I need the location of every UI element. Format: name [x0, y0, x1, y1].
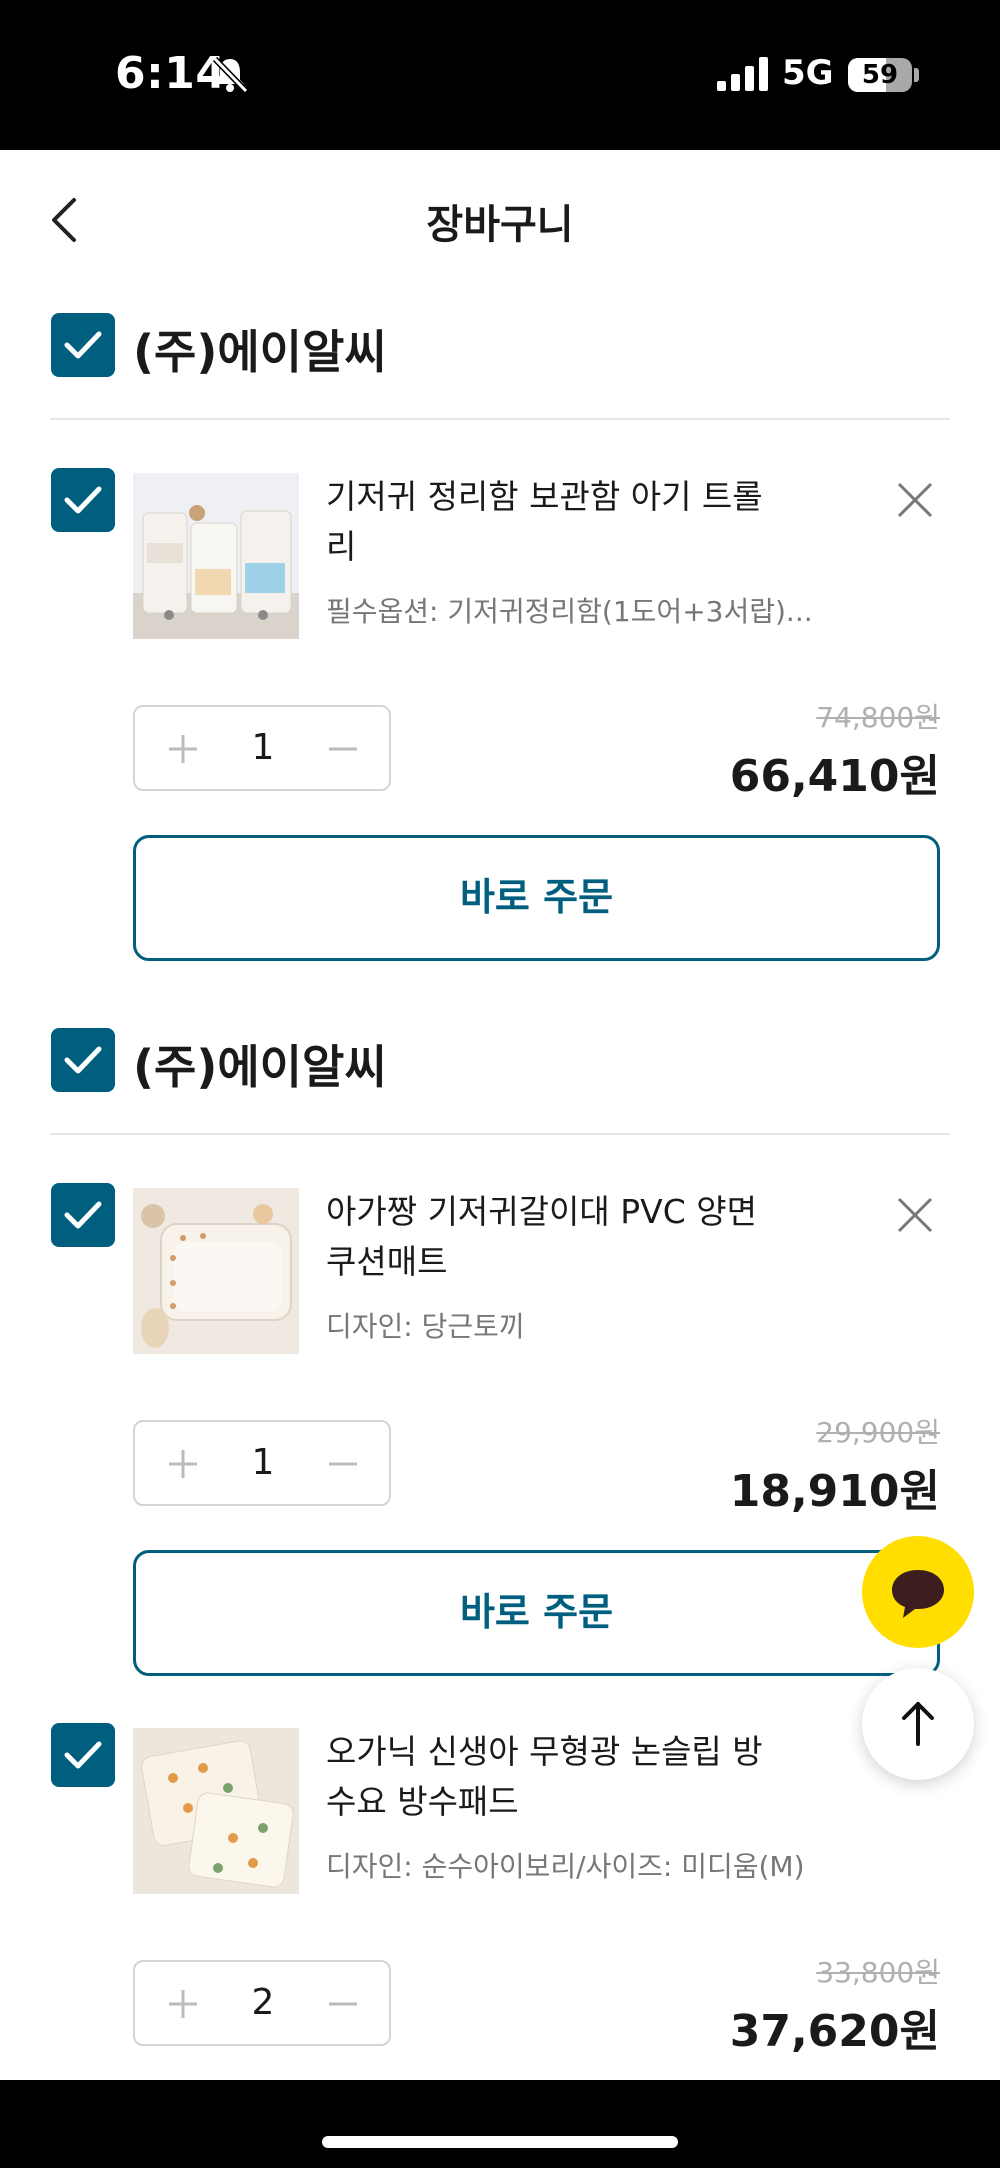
item-title[interactable]: 오가닉 신생아 무형광 논슬립 방수요 방수패드	[326, 1727, 786, 1827]
quantity-value[interactable]: 2	[205, 1982, 321, 2023]
status-bar: 6:14 5G 59	[0, 0, 1000, 150]
plus-icon[interactable]	[161, 1982, 205, 2026]
item-option: 필수옵션: 기저귀정리함(1도어+3서랍)...	[326, 595, 813, 628]
quantity-stepper: 1	[133, 1420, 391, 1506]
original-price: 29,900원	[816, 1416, 940, 1449]
sale-price: 66,410원	[729, 751, 940, 802]
quantity-value[interactable]: 1	[205, 1442, 321, 1483]
network-type: 5G	[782, 53, 834, 93]
item-title[interactable]: 기저귀 정리함 보관함 아기 트롤리	[326, 472, 786, 572]
order-now-button[interactable]: 바로 주문	[133, 835, 940, 961]
item-title[interactable]: 아가짱 기저귀갈이대 PVC 양면 쿠션매트	[326, 1187, 786, 1287]
seller-name: (주)에이알씨	[133, 325, 387, 379]
seller-name: (주)에이알씨	[133, 1040, 387, 1094]
chat-bubble-icon	[892, 1570, 944, 1618]
item-checkbox[interactable]	[51, 1183, 115, 1247]
battery-level: 59	[861, 60, 899, 90]
home-indicator[interactable]	[322, 2136, 678, 2148]
minus-icon[interactable]	[321, 1442, 365, 1486]
chat-button[interactable]	[862, 1536, 974, 1648]
close-icon[interactable]	[893, 1193, 937, 1237]
divider	[50, 1133, 950, 1135]
minus-icon[interactable]	[321, 1982, 365, 2026]
plus-icon[interactable]	[161, 727, 205, 771]
divider	[50, 418, 950, 420]
minus-icon[interactable]	[321, 727, 365, 771]
home-indicator-area	[0, 2080, 1000, 2168]
check-icon	[64, 1741, 102, 1769]
plus-icon[interactable]	[161, 1442, 205, 1486]
cell-signal-icon	[717, 57, 768, 91]
page-title: 장바구니	[426, 202, 574, 248]
item-option: 디자인: 당근토끼	[326, 1310, 525, 1343]
sale-price: 37,620원	[729, 2006, 940, 2057]
close-icon[interactable]	[893, 478, 937, 522]
product-image-waterproof-pad[interactable]	[133, 1728, 299, 1894]
quantity-value[interactable]: 1	[205, 727, 321, 768]
product-image-diaper-organizer[interactable]	[133, 473, 299, 639]
original-price: 74,800원	[816, 701, 940, 734]
arrow-up-icon	[902, 1702, 934, 1746]
battery-tip	[914, 68, 919, 82]
item-checkbox[interactable]	[51, 1723, 115, 1787]
sale-price: 18,910원	[729, 1466, 940, 1517]
quantity-stepper: 1	[133, 705, 391, 791]
item-option: 디자인: 순수아이보리/사이즈: 미디움(M)	[326, 1850, 805, 1883]
cart-screen: 장바구니 (주)에이알씨 기저귀 정리함 보관함 아기 트롤리 필수옵션: 기저…	[0, 150, 1000, 2080]
check-icon	[64, 486, 102, 514]
order-now-button[interactable]: 바로 주문	[133, 1550, 940, 1676]
bell-muted-icon	[212, 56, 249, 94]
item-checkbox[interactable]	[51, 468, 115, 532]
product-image-changing-mat[interactable]	[133, 1188, 299, 1354]
check-icon	[64, 1201, 102, 1229]
quantity-stepper: 2	[133, 1960, 391, 2046]
scroll-top-button[interactable]	[862, 1668, 974, 1780]
original-price: 33,800원	[816, 1956, 940, 1989]
header: 장바구니	[0, 150, 1000, 290]
check-icon	[64, 1046, 102, 1074]
check-icon	[64, 331, 102, 359]
seller-checkbox[interactable]	[51, 313, 115, 377]
battery-icon: 59	[848, 58, 912, 92]
seller-checkbox[interactable]	[51, 1028, 115, 1092]
